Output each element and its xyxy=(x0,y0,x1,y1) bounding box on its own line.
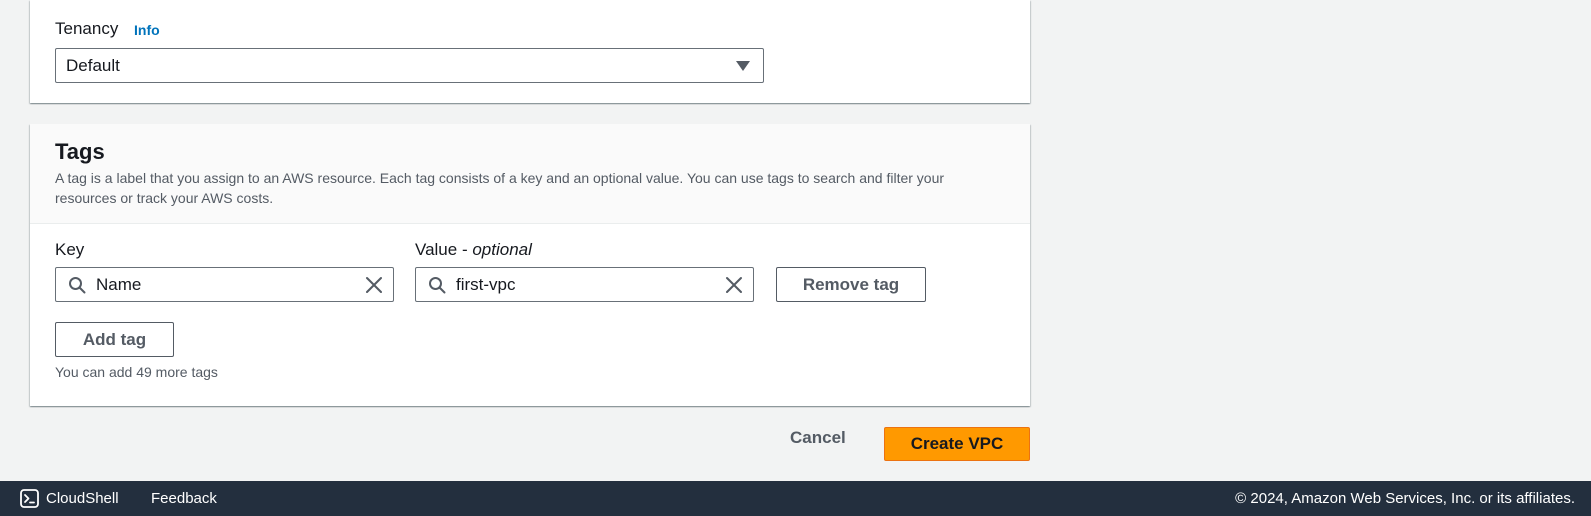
cloudshell-link[interactable]: CloudShell xyxy=(46,490,119,507)
caret-down-icon xyxy=(736,61,750,71)
value-column-label: Value - optional xyxy=(415,240,532,259)
add-tag-button[interactable]: Add tag xyxy=(55,322,174,357)
tags-header: Tags A tag is a label that you assign to… xyxy=(30,124,1030,224)
remove-tag-button[interactable]: Remove tag xyxy=(776,267,926,302)
tenancy-select-value: Default xyxy=(66,56,120,75)
close-icon[interactable] xyxy=(725,276,743,294)
search-icon xyxy=(69,277,86,294)
tenancy-select[interactable]: Default xyxy=(55,48,764,83)
tenancy-info-link[interactable]: Info xyxy=(134,22,160,38)
tags-panel: Tags A tag is a label that you assign to… xyxy=(30,124,1030,406)
console-footer: CloudShell Feedback © 2024, Amazon Web S… xyxy=(0,481,1591,516)
tag-key-input[interactable]: Name xyxy=(55,267,394,302)
create-vpc-button[interactable]: Create VPC xyxy=(884,427,1030,461)
tag-value-value: first-vpc xyxy=(456,275,516,294)
copyright-text: © 2024, Amazon Web Services, Inc. or its… xyxy=(1235,490,1575,507)
key-column-label: Key xyxy=(55,240,85,259)
tag-key-value: Name xyxy=(96,275,142,294)
cancel-button[interactable]: Cancel xyxy=(790,428,846,448)
optional-marker: optional xyxy=(472,240,532,259)
feedback-link[interactable]: Feedback xyxy=(151,490,217,507)
tenancy-panel: Tenancy Info Default xyxy=(30,0,1030,103)
search-icon xyxy=(429,277,446,294)
tags-title: Tags xyxy=(55,139,105,164)
tags-description: A tag is a label that you assign to an A… xyxy=(55,170,945,206)
tag-value-input[interactable]: first-vpc xyxy=(415,267,754,302)
tenancy-label: Tenancy xyxy=(55,19,119,38)
tags-remaining-hint: You can add 49 more tags xyxy=(55,364,218,380)
cloudshell-icon[interactable] xyxy=(20,489,39,508)
close-icon[interactable] xyxy=(365,276,383,294)
